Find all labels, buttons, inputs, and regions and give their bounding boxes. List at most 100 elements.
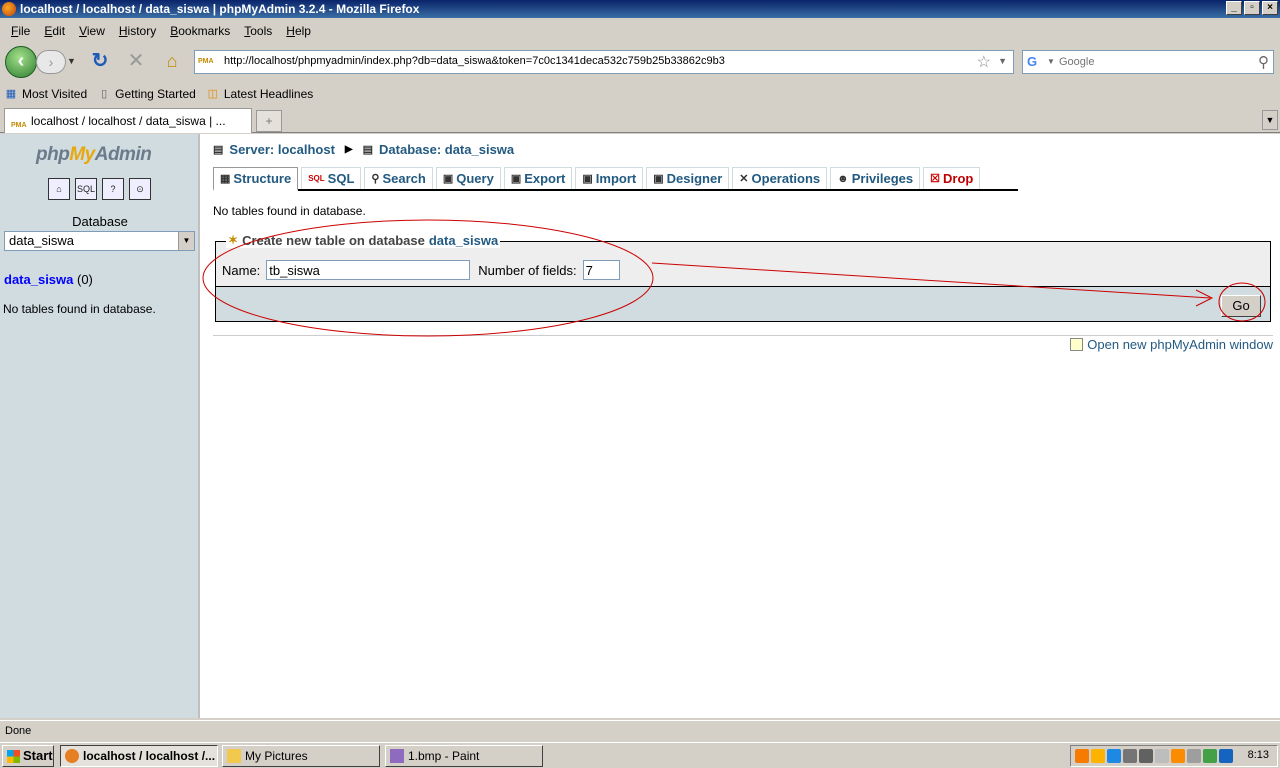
tray-app-icon[interactable]: [1219, 749, 1233, 763]
tab-export[interactable]: ▣ Export: [503, 167, 573, 189]
volume-icon[interactable]: [1187, 749, 1201, 763]
folder-icon: [227, 749, 241, 763]
bookmark-star-icon[interactable]: ☆: [977, 52, 991, 72]
sql-query-icon[interactable]: SQL: [75, 178, 97, 200]
paint-icon: [390, 749, 404, 763]
tab-search[interactable]: ⚲ Search: [364, 167, 433, 189]
search-icon[interactable]: ⚲: [1258, 53, 1269, 71]
network-icon[interactable]: [1107, 749, 1121, 763]
tab-import[interactable]: ▣ Import: [575, 167, 644, 189]
back-button[interactable]: ‹: [5, 46, 37, 78]
taskbar-item-firefox[interactable]: localhost / localhost /...: [60, 745, 218, 767]
page-content: phpMyAdmin ⌂ SQL ? ⊙ Database data_siswa…: [0, 134, 1280, 718]
tab-designer[interactable]: ▣ Designer: [646, 167, 730, 189]
search-engine-dropdown-icon[interactable]: ▼: [1047, 57, 1055, 66]
chevron-down-icon[interactable]: ▼: [178, 232, 194, 250]
server-icon: ▤: [213, 144, 224, 156]
url-dropdown-icon[interactable]: ▼: [998, 56, 1007, 66]
tab-drop[interactable]: ☒ Drop: [923, 167, 981, 189]
home-icon[interactable]: ⌂: [160, 50, 184, 74]
bookmark-latest-headlines[interactable]: ◫ Latest Headlines: [206, 87, 314, 101]
operations-icon: ✕: [739, 173, 749, 185]
menu-tools[interactable]: Tools: [237, 24, 279, 38]
name-label: Name:: [222, 262, 261, 278]
taskbar: Start localhost / localhost /... My Pict…: [0, 742, 1280, 768]
window-title: localhost / localhost / data_siswa | php…: [20, 2, 420, 16]
maximize-button[interactable]: ▫: [1244, 1, 1260, 15]
export-icon: ▣: [510, 173, 522, 185]
menu-bookmarks[interactable]: Bookmarks: [163, 24, 237, 38]
system-tray: 8:13: [1070, 745, 1278, 767]
stop-icon[interactable]: ✕: [124, 50, 148, 74]
reload-icon[interactable]: ↻: [88, 50, 112, 74]
tab-privileges[interactable]: ☻ Privileges: [830, 167, 921, 189]
tray-app-icon[interactable]: [1203, 749, 1217, 763]
tray-app-icon[interactable]: [1155, 749, 1169, 763]
tab-sql[interactable]: SQL SQL: [301, 167, 362, 189]
folder-icon: ▦: [5, 88, 17, 100]
open-new-window-link[interactable]: Open new phpMyAdmin window: [1070, 337, 1273, 352]
sidebar-db-link[interactable]: data_siswa: [4, 272, 73, 287]
minimize-button[interactable]: _: [1226, 1, 1242, 15]
tray-app-icon[interactable]: [1123, 749, 1137, 763]
tab-query[interactable]: ▣ Query: [435, 167, 501, 189]
menu-view[interactable]: View: [72, 24, 112, 38]
menu-history[interactable]: History: [112, 24, 163, 38]
breadcrumb-database[interactable]: Database: data_siswa: [379, 142, 514, 157]
import-icon: ▣: [582, 173, 593, 185]
history-dropdown-icon[interactable]: ▼: [67, 56, 76, 66]
clock: 8:13: [1247, 749, 1269, 761]
sidebar-no-tables-text: No tables found in database.: [3, 302, 156, 316]
xampp-icon[interactable]: [1075, 749, 1089, 763]
url-text[interactable]: http://localhost/phpmyadmin/index.php?db…: [224, 55, 725, 67]
table-count: (0): [77, 272, 93, 287]
phpmyadmin-logo[interactable]: phpMyAdmin: [36, 144, 152, 166]
taskbar-item-paint[interactable]: 1.bmp - Paint: [385, 745, 543, 767]
create-table-form: ✶ Create new table on database data_sisw…: [215, 233, 1271, 322]
start-button[interactable]: Start: [2, 745, 54, 767]
mysql-docs-icon[interactable]: ⊙: [129, 178, 151, 200]
tab-structure[interactable]: ▦ Structure: [213, 167, 299, 191]
google-icon[interactable]: G: [1027, 54, 1043, 70]
sql-icon: SQL: [308, 174, 325, 183]
bookmarks-toolbar: ▦ Most Visited ▯ Getting Started ◫ Lates…: [0, 83, 1280, 105]
tray-app-icon[interactable]: [1171, 749, 1185, 763]
database-select[interactable]: data_siswa ▼: [4, 231, 195, 251]
structure-icon: ▦: [220, 173, 231, 185]
close-button[interactable]: ×: [1262, 1, 1278, 15]
menu-help[interactable]: Help: [279, 24, 318, 38]
tab-bar: PMA localhost / localhost / data_siswa |…: [0, 106, 1280, 133]
menu-bar: File Edit View History Bookmarks Tools H…: [0, 20, 1280, 42]
new-tab-button[interactable]: +: [256, 110, 282, 132]
home-icon[interactable]: ⌂: [48, 178, 70, 200]
menu-edit[interactable]: Edit: [37, 24, 72, 38]
num-fields-input[interactable]: [582, 260, 620, 280]
url-bar[interactable]: PMA http://localhost/phpmyadmin/index.ph…: [194, 50, 1014, 74]
bookmark-most-visited[interactable]: ▦ Most Visited: [4, 87, 87, 101]
firefox-icon: [65, 749, 79, 763]
form-footer: Go: [216, 286, 1270, 321]
tray-app-icon[interactable]: [1139, 749, 1153, 763]
tab-operations[interactable]: ✕ Operations: [732, 167, 828, 189]
site-favicon-icon: PMA: [198, 58, 214, 65]
search-input[interactable]: [1059, 54, 1249, 70]
fields-label: Number of fields:: [478, 262, 577, 278]
documentation-icon[interactable]: ?: [102, 178, 124, 200]
designer-icon: ▣: [653, 173, 664, 185]
go-button[interactable]: Go: [1221, 295, 1261, 317]
windows-logo-icon: [7, 750, 20, 763]
rss-icon: ◫: [207, 88, 219, 100]
forward-button[interactable]: ›: [36, 50, 66, 74]
tab-list-icon[interactable]: ▼: [1262, 110, 1278, 130]
new-table-icon: ✶: [228, 233, 239, 247]
table-name-input[interactable]: [266, 260, 471, 280]
taskbar-item-my-pictures[interactable]: My Pictures: [222, 745, 380, 767]
query-icon: ▣: [442, 173, 454, 185]
navigation-toolbar: ‹ › ▼ ↻ ✕ ⌂ PMA http://localhost/phpmyad…: [0, 42, 1280, 80]
browser-tab[interactable]: PMA localhost / localhost / data_siswa |…: [4, 108, 252, 133]
tray-app-icon[interactable]: [1091, 749, 1105, 763]
menu-file[interactable]: File: [4, 24, 37, 38]
bookmark-getting-started[interactable]: ▯ Getting Started: [97, 87, 196, 101]
breadcrumb-server[interactable]: Server: localhost: [229, 142, 335, 157]
search-bar[interactable]: G ▼ ⚲: [1022, 50, 1274, 74]
